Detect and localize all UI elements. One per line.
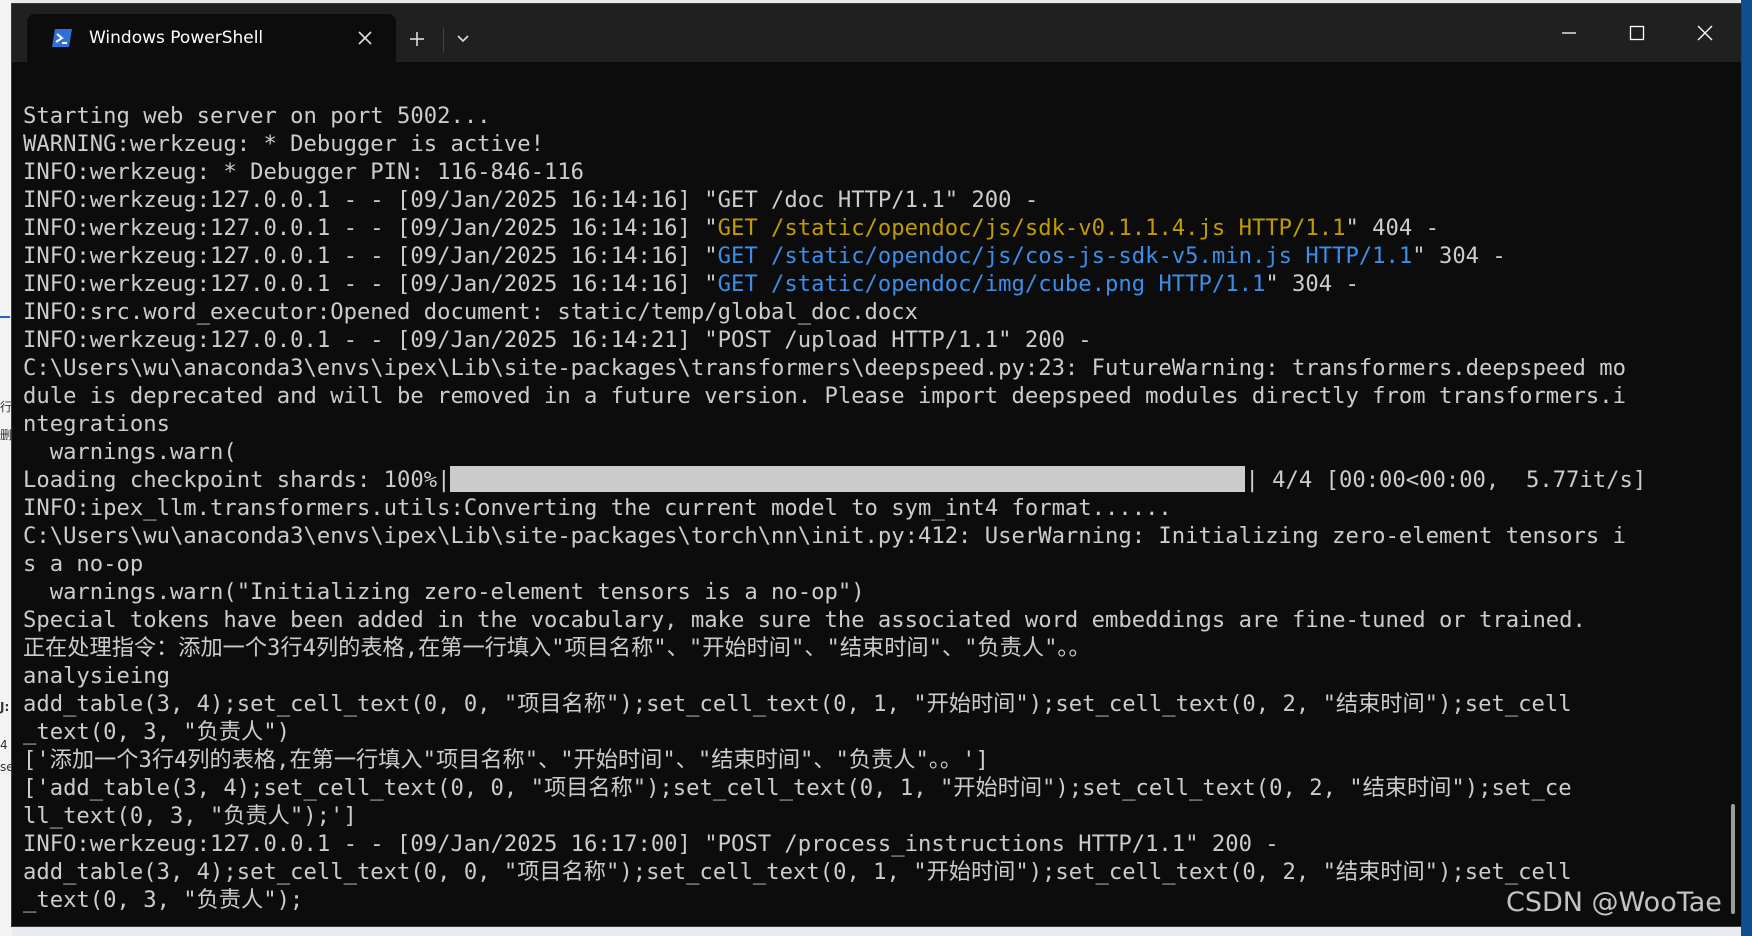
new-tab-button[interactable] [399,24,435,54]
chevron-down-icon [457,35,469,43]
tab-separator [443,28,444,52]
tab-dropdown-button[interactable] [445,24,481,54]
powershell-icon [51,27,73,49]
terminal-line: ['添加一个3行4列的表格,在第一行填入"项目名称"、"开始时间"、"结束时间"… [23,747,989,773]
tab-powershell[interactable]: Windows PowerShell [27,14,396,62]
desktop-edge-text: 行 [0,400,13,414]
desktop-accent-mark [0,316,10,318]
terminal-line: Special tokens have been added in the vo… [23,607,1586,633]
terminal-line: 正在处理指令：添加一个3行4列的表格,在第一行填入"项目名称"、"开始时间"、"… [23,635,1091,661]
terminal-line: dule is deprecated and will be removed i… [23,383,1626,409]
log-status: " 304 - [1412,243,1506,269]
close-window-button[interactable] [1671,4,1739,62]
terminal-line: INFO:werkzeug:127.0.0.1 - - [09/Jan/2025… [23,831,1279,857]
terminal-line: INFO:werkzeug:127.0.0.1 - - [09/Jan/2025… [23,187,1039,213]
terminal-output[interactable]: Starting web server on port 5002... WARNI… [23,102,1713,914]
terminal-line: WARNING:werkzeug: * Debugger is active! [23,131,544,157]
maximize-button[interactable] [1603,4,1671,62]
powershell-window: Windows PowerShell Starting web server o… [12,4,1741,926]
maximize-icon [1629,25,1645,41]
terminal-line: add_table(3, 4);set_cell_text(0, 0, "项目名… [23,859,1572,885]
desktop-edge-text: 删 [0,428,13,442]
close-icon [1697,25,1713,41]
watermark: CSDN @WooTae [1506,887,1722,918]
terminal-line: C:\Users\wu\anaconda3\envs\ipex\Lib\site… [23,523,1626,549]
log-request-highlight: GET /static/opendoc/img/cube.png HTTP/1.… [717,271,1266,297]
log-request-highlight: GET /static/opendoc/js/sdk-v0.1.1.4.js H… [717,215,1346,241]
terminal-line: add_table(3, 4);set_cell_text(0, 0, "项目名… [23,691,1572,717]
desktop-right-edge [1741,0,1752,936]
desktop-left-edge: 行 删 4 se J: [0,0,14,936]
minimize-button[interactable] [1535,4,1603,62]
log-request-highlight: GET /static/opendoc/js/cos-js-sdk-v5.min… [717,243,1413,269]
log-status: " 404 - [1345,215,1439,241]
log-prefix: INFO:werkzeug:127.0.0.1 - - [09/Jan/2025… [23,271,718,297]
terminal-line: analysieing [23,663,170,689]
terminal-line: INFO:ipex_llm.transformers.utils:Convert… [23,495,1172,521]
terminal-line: ['add_table(3, 4);set_cell_text(0, 0, "项… [23,775,1572,801]
terminal-line: Loading checkpoint shards: 100%| | 4/4 [0… [23,466,1713,494]
plus-icon [410,32,424,46]
terminal-line: INFO:werkzeug:127.0.0.1 - - [09/Jan/2025… [23,242,1713,270]
terminal-line: warnings.warn( [23,439,237,465]
terminal-line: INFO:werkzeug: * Debugger PIN: 116-846-1… [23,159,585,185]
terminal-line: s a no-op [23,551,144,577]
log-prefix: INFO:werkzeug:127.0.0.1 - - [09/Jan/2025… [23,243,718,269]
terminal-line: ntegrations [23,411,170,437]
progress-bar [450,466,1246,492]
desktop-edge-text: J: [0,700,10,714]
terminal-line: INFO:werkzeug:127.0.0.1 - - [09/Jan/2025… [23,327,1092,353]
terminal-line: warnings.warn("Initializing zero-element… [23,579,865,605]
tab-title: Windows PowerShell [89,28,264,48]
terminal-line: ll_text(0, 3, "负责人");'] [23,803,357,829]
progress-label: Loading checkpoint shards: 100%| [23,467,451,493]
log-status: " 304 - [1265,271,1359,297]
terminal-line: _text(0, 3, "负责人") [23,719,290,745]
close-icon[interactable] [354,27,376,49]
terminal-line: INFO:werkzeug:127.0.0.1 - - [09/Jan/2025… [23,270,1713,298]
terminal-line: C:\Users\wu\anaconda3\envs\ipex\Lib\site… [23,355,1626,381]
minimize-icon [1562,32,1576,34]
terminal-line: INFO:werkzeug:127.0.0.1 - - [09/Jan/2025… [23,214,1713,242]
desktop-edge-text: 4 [0,738,8,752]
progress-stats: | 4/4 [00:00<00:00, 5.77it/s] [1245,467,1647,493]
terminal-line: _text(0, 3, "负责人"); [23,887,304,913]
log-prefix: INFO:werkzeug:127.0.0.1 - - [09/Jan/2025… [23,215,718,241]
title-bar[interactable]: Windows PowerShell [12,4,1741,62]
terminal-line: Starting web server on port 5002... [23,103,491,129]
terminal-line: INFO:src.word_executor:Opened document: … [23,299,918,325]
scrollbar-thumb[interactable] [1731,804,1735,914]
